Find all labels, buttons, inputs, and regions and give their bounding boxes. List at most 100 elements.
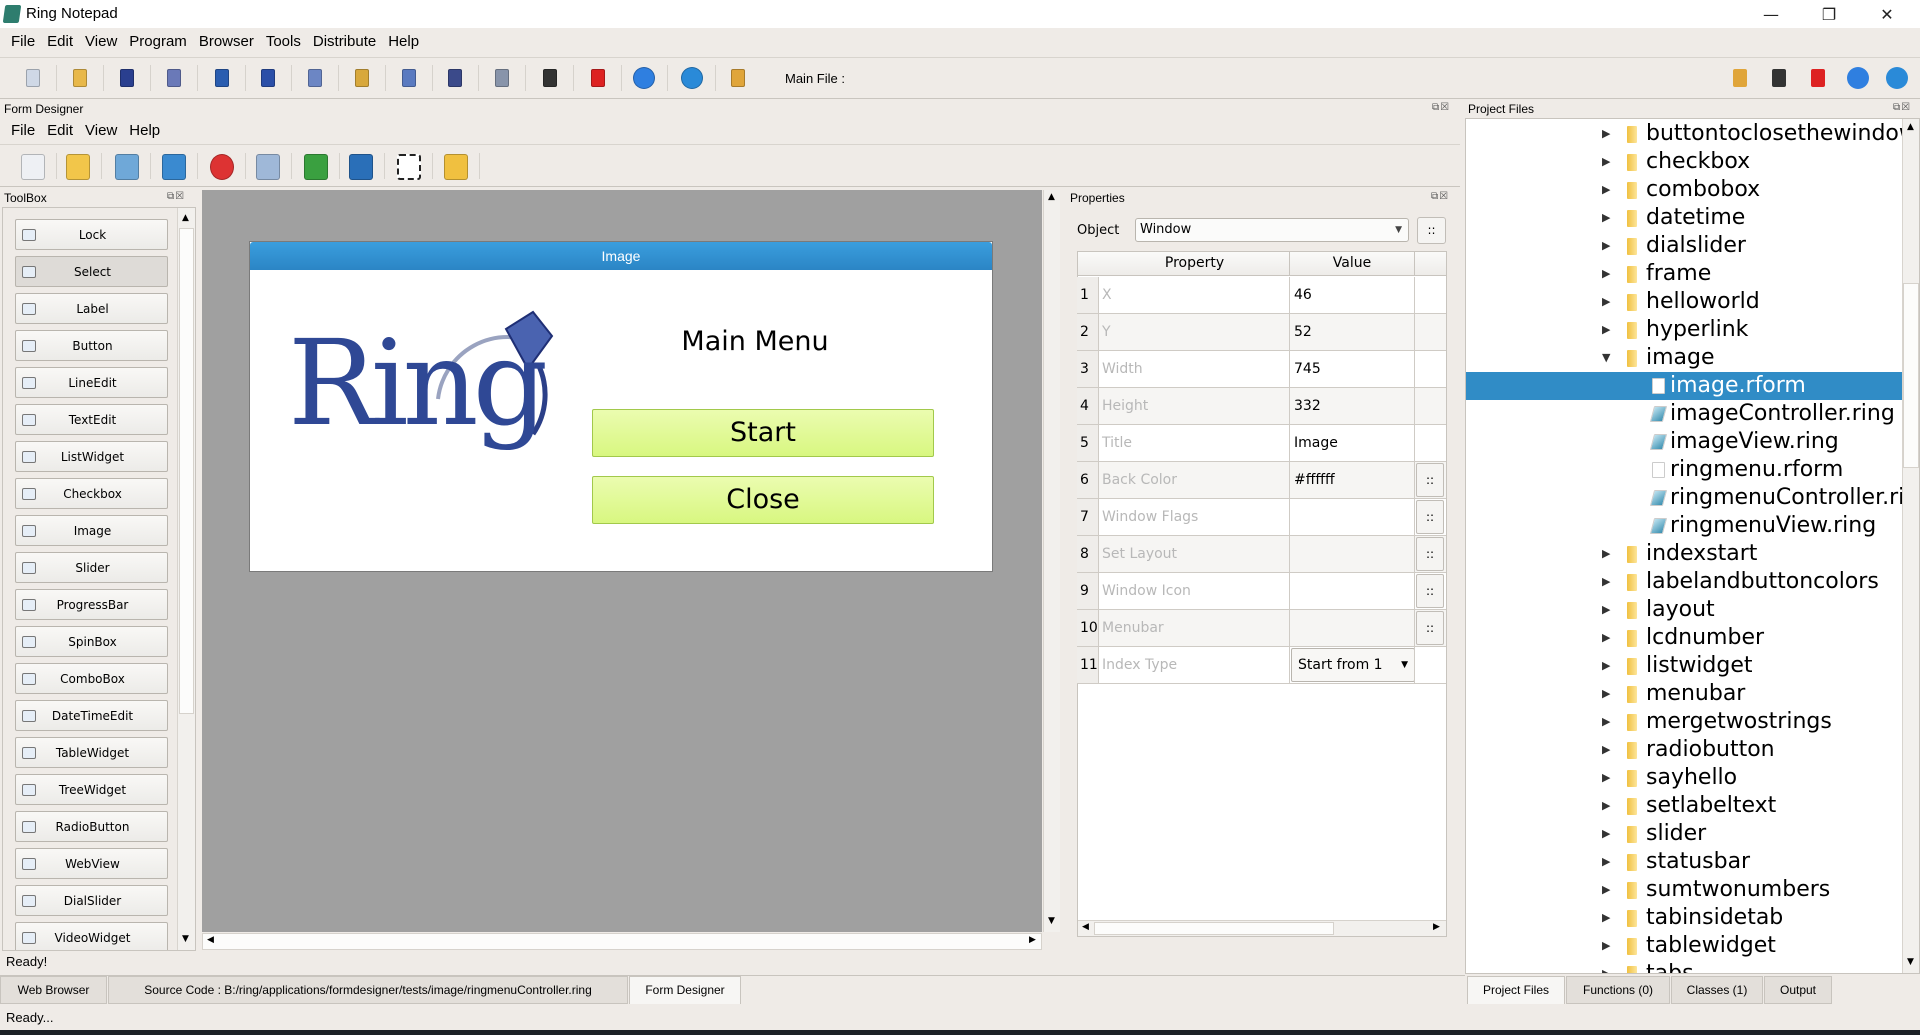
- property-more-button[interactable]: ::: [1416, 537, 1444, 571]
- property-row[interactable]: 4 Height 332: [1077, 388, 1446, 425]
- toolbox-tablewidget[interactable]: TableWidget: [15, 737, 168, 768]
- menu-distribute[interactable]: Distribute: [307, 29, 382, 56]
- property-more-button[interactable]: ::: [1416, 611, 1444, 645]
- menu-help[interactable]: Help: [382, 29, 425, 56]
- toolbox-scroll-thumb[interactable]: [179, 228, 194, 714]
- tab-project-files[interactable]: Project Files: [1467, 976, 1565, 1004]
- index-type-select[interactable]: Start from 1 ▼: [1291, 648, 1415, 682]
- new-icon[interactable]: [19, 153, 47, 181]
- tree-item[interactable]: ▶ tabinsidetab: [1466, 904, 1902, 932]
- expand-arrow-right-icon[interactable]: ▶: [1602, 260, 1610, 288]
- property-value[interactable]: #ffffff: [1294, 462, 1414, 498]
- tree-item[interactable]: ▶ sayhello: [1466, 764, 1902, 792]
- toolbox-dock-buttons[interactable]: ⧉☒: [167, 191, 185, 202]
- property-row[interactable]: 9 Window Icon::: [1077, 573, 1446, 610]
- toolbox-select[interactable]: Select: [15, 256, 168, 287]
- tab-form-designer[interactable]: Form Designer: [629, 976, 741, 1004]
- expand-arrow-right-icon[interactable]: ▶: [1602, 764, 1610, 792]
- tab-functions[interactable]: Functions (0): [1566, 976, 1670, 1004]
- designed-form-titlebar[interactable]: Image: [250, 242, 992, 270]
- tree-item[interactable]: ▶ listwidget: [1466, 652, 1902, 680]
- canvas-vertical-scrollbar[interactable]: ▲ ▼: [1043, 190, 1060, 932]
- tree-item[interactable]: ▼ image: [1466, 344, 1902, 372]
- toolbox-combobox[interactable]: ComboBox: [15, 663, 168, 694]
- toolbox-checkbox[interactable]: Checkbox: [15, 478, 168, 509]
- menu-view[interactable]: View: [79, 29, 123, 56]
- tree-item[interactable]: ▶ slider: [1466, 820, 1902, 848]
- tree-item[interactable]: ▶ helloworld: [1466, 288, 1902, 316]
- tree-item[interactable]: ▶ lcdnumber: [1466, 624, 1902, 652]
- web-icon[interactable]: [1886, 67, 1908, 89]
- properties-scroll-thumb[interactable]: [1094, 922, 1334, 935]
- designed-form-window[interactable]: Image Ring Main Menu Start Close: [249, 241, 993, 572]
- toolbox-datetimeedit[interactable]: DateTimeEdit: [15, 700, 168, 731]
- tree-item[interactable]: ▶ mergetwostrings: [1466, 708, 1902, 736]
- menu-tools[interactable]: Tools: [260, 29, 307, 56]
- fd-menu-file[interactable]: File: [5, 118, 41, 144]
- toolbox-lineedit[interactable]: LineEdit: [15, 367, 168, 398]
- expand-arrow-right-icon[interactable]: ▶: [1602, 876, 1610, 904]
- web-icon[interactable]: [681, 67, 703, 89]
- tree-item[interactable]: ▶ indexstart: [1466, 540, 1902, 568]
- toolbox-label[interactable]: Label: [15, 293, 168, 324]
- save-icon[interactable]: [116, 67, 138, 89]
- save-as-icon[interactable]: [163, 67, 185, 89]
- tree-item[interactable]: imageView.ring: [1466, 428, 1902, 456]
- expand-arrow-right-icon[interactable]: ▶: [1602, 232, 1610, 260]
- tree-item[interactable]: image.rform: [1466, 372, 1902, 400]
- fd-menu-view[interactable]: View: [79, 118, 123, 144]
- fd-menu-help[interactable]: Help: [123, 118, 166, 144]
- expand-arrow-right-icon[interactable]: ▶: [1602, 848, 1610, 876]
- save-icon[interactable]: [113, 153, 141, 181]
- property-value[interactable]: 745: [1294, 351, 1414, 387]
- expand-arrow-right-icon[interactable]: ▶: [1602, 288, 1610, 316]
- property-value[interactable]: [1294, 536, 1414, 572]
- minimize-button[interactable]: —: [1742, 0, 1800, 28]
- expand-arrow-right-icon[interactable]: ▶: [1602, 820, 1610, 848]
- expand-arrow-right-icon[interactable]: ▶: [1602, 792, 1610, 820]
- expand-arrow-right-icon[interactable]: ▶: [1602, 596, 1610, 624]
- tree-item[interactable]: ▶ statusbar: [1466, 848, 1902, 876]
- form-designer-dock-buttons[interactable]: ⧉☒: [1432, 102, 1450, 113]
- run-icon[interactable]: [1847, 67, 1869, 89]
- main-menu-label[interactable]: Main Menu: [650, 326, 860, 357]
- tree-item[interactable]: ▶ datetime: [1466, 204, 1902, 232]
- expand-arrow-right-icon[interactable]: ▶: [1602, 568, 1610, 596]
- tree-item[interactable]: ▶ buttontoclosethewindow: [1466, 120, 1917, 148]
- property-row[interactable]: 1 X 46: [1077, 277, 1446, 314]
- scroll-right-icon[interactable]: ▶: [1029, 935, 1036, 945]
- open-rform-icon[interactable]: [442, 153, 470, 181]
- tree-item[interactable]: ▶ dialslider: [1466, 232, 1902, 260]
- design-canvas[interactable]: Image Ring Main Menu Start Close: [202, 190, 1042, 932]
- open-project-icon[interactable]: [727, 67, 749, 89]
- expand-arrow-right-icon[interactable]: ▶: [1602, 680, 1610, 708]
- duplicate-icon[interactable]: [254, 153, 282, 181]
- property-value[interactable]: [1294, 573, 1414, 609]
- close-button[interactable]: ✕: [1858, 0, 1916, 28]
- property-row[interactable]: 11 Index Type Start from 1 ▼: [1077, 647, 1446, 684]
- toolbox-scrollbar[interactable]: ▲ ▼: [177, 208, 195, 950]
- scroll-left-icon[interactable]: ◀: [207, 935, 214, 945]
- undo-icon[interactable]: [211, 67, 233, 89]
- property-row[interactable]: 2 Y 52: [1077, 314, 1446, 351]
- open-icon[interactable]: [64, 153, 92, 181]
- tree-item[interactable]: ▶ frame: [1466, 260, 1902, 288]
- tab-source-code[interactable]: Source Code : B:/ring/applications/formd…: [108, 976, 628, 1004]
- ring-logo-image[interactable]: Ring: [288, 304, 563, 464]
- property-value[interactable]: Image: [1294, 425, 1414, 461]
- property-value[interactable]: 332: [1294, 388, 1414, 424]
- scroll-left-icon[interactable]: ◀: [1082, 922, 1089, 932]
- tree-item[interactable]: ▶ setlabeltext: [1466, 792, 1902, 820]
- tab-classes[interactable]: Classes (1): [1671, 976, 1763, 1004]
- restore-button[interactable]: ❐: [1800, 0, 1858, 28]
- toolbox-slider[interactable]: Slider: [15, 552, 168, 583]
- property-row[interactable]: 10 Menubar::: [1077, 610, 1446, 647]
- tree-item[interactable]: ▶ radiobutton: [1466, 736, 1902, 764]
- start-button[interactable]: Start: [592, 409, 934, 457]
- expand-arrow-right-icon[interactable]: ▶: [1602, 652, 1610, 680]
- expand-arrow-right-icon[interactable]: ▶: [1602, 148, 1610, 176]
- scroll-up-icon[interactable]: ▲: [182, 213, 189, 223]
- toolbox-textedit[interactable]: TextEdit: [15, 404, 168, 435]
- scroll-down-icon[interactable]: ▼: [1048, 916, 1055, 926]
- tree-item[interactable]: ▶ checkbox: [1466, 148, 1902, 176]
